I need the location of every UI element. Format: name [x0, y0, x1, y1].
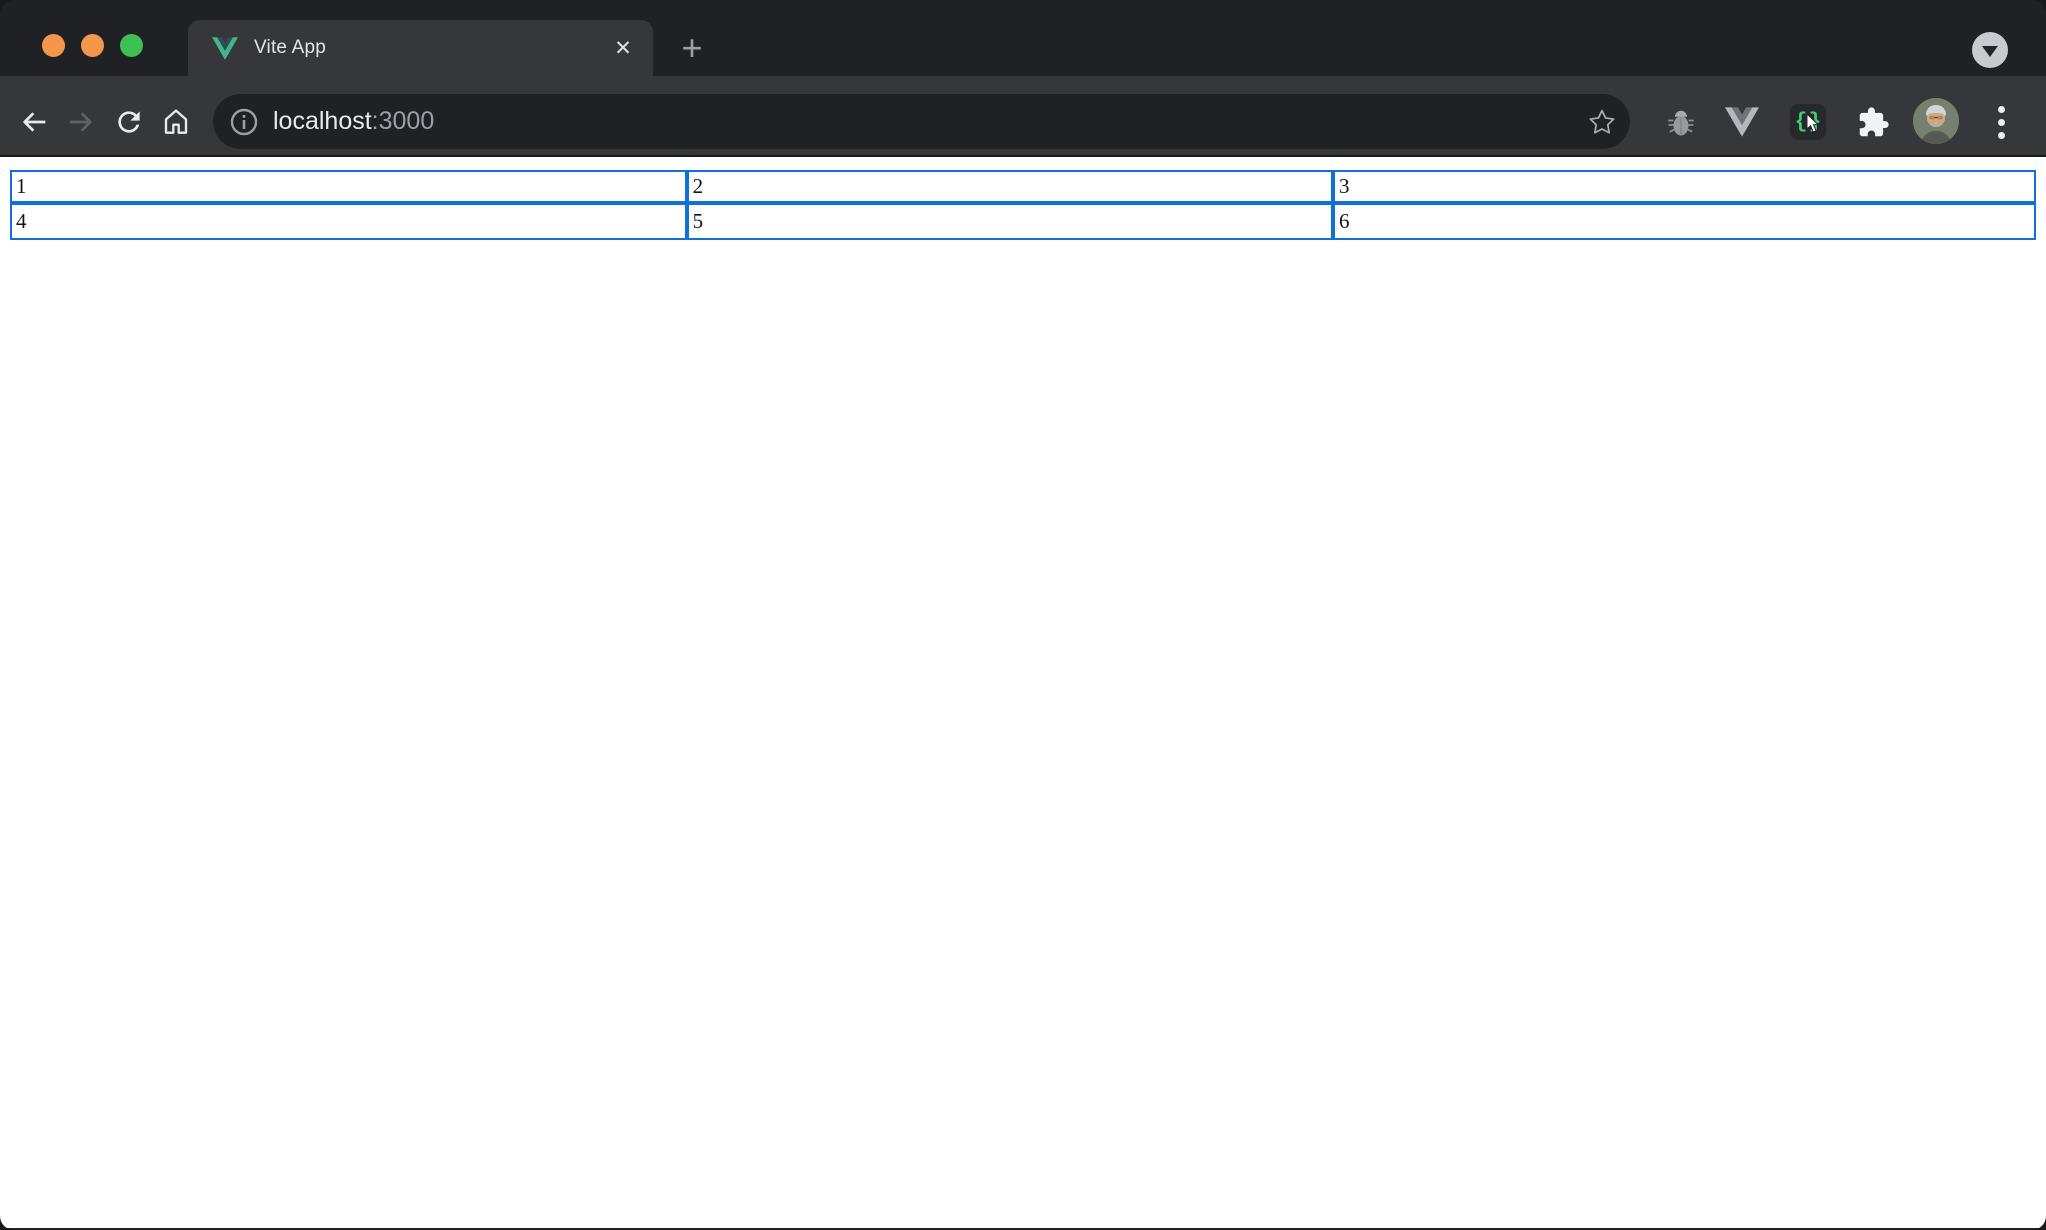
cursor-arrow-icon	[1806, 114, 1822, 133]
menu-dot	[1998, 106, 2005, 113]
url-host: localhost	[273, 107, 372, 135]
tab-vite-app[interactable]: Vite App ✕	[188, 20, 653, 76]
forward-icon	[65, 106, 97, 138]
toolbar: localhost:3000	[0, 76, 2046, 157]
browser-window: Vite App ✕ +	[0, 0, 2046, 1230]
chevron-down-icon	[1982, 46, 1998, 57]
close-window-button[interactable]	[42, 34, 65, 57]
site-info-icon[interactable]	[229, 107, 259, 137]
bookmark-star-icon[interactable]	[1586, 106, 1618, 138]
table-row: 4 5 6	[10, 203, 2036, 240]
number-table: 1 2 3 4 5 6	[10, 170, 2036, 240]
tab-title: Vite App	[254, 37, 607, 59]
extension-bug-icon[interactable]	[1659, 100, 1703, 144]
reload-icon	[113, 106, 145, 138]
back-button[interactable]	[12, 100, 56, 144]
traffic-lights	[42, 34, 143, 57]
braces-tile: { }	[1790, 104, 1826, 140]
page-content: 1 2 3 4 5 6	[0, 157, 2046, 1228]
minimize-window-button[interactable]	[81, 34, 104, 57]
menu-dot	[1998, 132, 2005, 139]
reload-button[interactable]	[107, 100, 151, 144]
browser-menu-button[interactable]	[1979, 100, 2023, 144]
table-cell: 2	[687, 170, 1333, 203]
home-button[interactable]	[154, 100, 198, 144]
table-cell: 1	[10, 170, 687, 203]
zoom-window-button[interactable]	[120, 34, 143, 57]
profile-avatar[interactable]	[1913, 98, 1959, 144]
table-cell: 5	[687, 203, 1333, 240]
table-cell: 6	[1333, 203, 2036, 240]
tab-close-icon[interactable]: ✕	[607, 32, 639, 64]
new-tab-button[interactable]: +	[670, 26, 714, 70]
extension-vue-devtools-icon[interactable]	[1720, 100, 1764, 144]
extension-braces-cursor-icon[interactable]: { }	[1786, 100, 1830, 144]
table-cell: 3	[1333, 170, 2036, 203]
table-row: 1 2 3	[10, 170, 2036, 203]
tab-search-button[interactable]	[1972, 32, 2008, 68]
url-port: :3000	[372, 107, 435, 135]
vue-logo-icon	[212, 37, 238, 60]
url-text[interactable]: localhost:3000	[273, 107, 1586, 136]
extensions-puzzle-icon[interactable]	[1851, 100, 1895, 144]
home-icon	[160, 106, 192, 138]
menu-dot	[1998, 119, 2005, 126]
address-bar[interactable]: localhost:3000	[213, 94, 1630, 149]
table-cell: 4	[10, 203, 687, 240]
forward-button	[59, 100, 103, 144]
back-icon	[18, 106, 50, 138]
tab-strip: Vite App ✕ +	[0, 0, 2046, 76]
